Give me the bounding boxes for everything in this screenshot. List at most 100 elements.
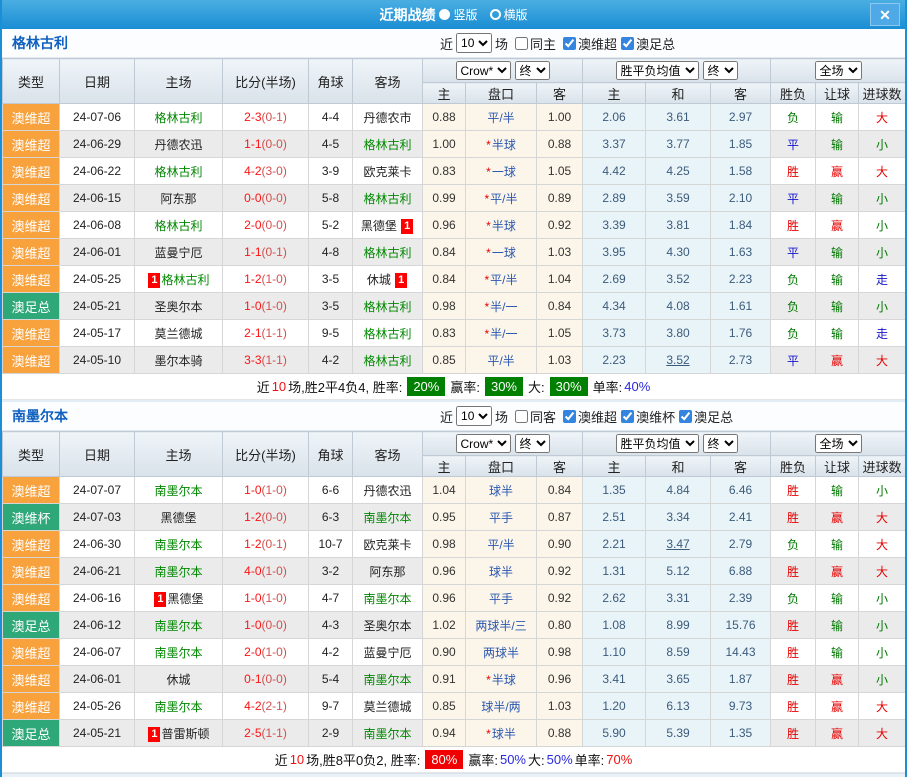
final-odds-select[interactable]: 终 bbox=[515, 61, 550, 80]
match-date: 24-05-26 bbox=[60, 693, 135, 720]
result-cell: 胜 bbox=[771, 477, 816, 504]
match-count-select[interactable]: 10 bbox=[456, 33, 492, 53]
summary-segment: 赢率: bbox=[450, 377, 480, 396]
titlebar: 近期战绩 竖版 横版 ✕ bbox=[2, 0, 905, 29]
league-filter-checkbox[interactable]: 澳维杯 bbox=[617, 407, 675, 426]
radio-horizontal-layout[interactable]: 横版 bbox=[490, 6, 528, 23]
euro-draw-odds: 3.34 bbox=[646, 504, 711, 531]
euro-draw-odds: 8.99 bbox=[646, 612, 711, 639]
same-venue-input[interactable] bbox=[515, 37, 528, 50]
col-corners: 角球 bbox=[309, 59, 353, 104]
league-filter-input[interactable] bbox=[621, 37, 634, 50]
radio-vertical-layout[interactable]: 竖版 bbox=[439, 6, 477, 23]
fulltime-score: 4-2 bbox=[244, 164, 261, 178]
team-title: 格林古利 bbox=[12, 33, 68, 53]
euro-draw-odds: 3.52 bbox=[646, 347, 711, 374]
handicap-value: 平/半 bbox=[487, 354, 514, 368]
match-date: 24-05-21 bbox=[60, 293, 135, 320]
team-name: 南墨尔本 bbox=[154, 484, 202, 498]
euro-final-select[interactable]: 终 bbox=[703, 61, 738, 80]
team-name: 格林古利 bbox=[363, 138, 411, 152]
same-venue-input[interactable] bbox=[515, 410, 528, 423]
match-row: 澳维超24-06-07南墨尔本2-0(1-0)4-2蓝曼宁厄0.90两球半0.9… bbox=[3, 639, 906, 666]
halftime-score: (1-1) bbox=[262, 326, 287, 340]
col-home: 主场 bbox=[135, 59, 223, 104]
same-venue-checkbox[interactable]: 同主 bbox=[511, 34, 556, 53]
summary-segment: 大: bbox=[528, 750, 545, 769]
summary-segment: 大: bbox=[528, 377, 545, 396]
corners-cell: 6-6 bbox=[309, 477, 353, 504]
summary-segment: 50% bbox=[500, 752, 526, 767]
handicap-cell: *一球 bbox=[466, 239, 537, 266]
goals-cell: 走 bbox=[859, 320, 906, 347]
handicap-cell: *半球 bbox=[466, 131, 537, 158]
euro-avg-select[interactable]: 胜平负均值 bbox=[616, 434, 699, 453]
halftime-score: (3-0) bbox=[262, 164, 287, 178]
home-team-cell: 南墨尔本 bbox=[135, 477, 223, 504]
match-row: 澳维超24-05-26南墨尔本4-2(2-1)9-7莫兰德城0.85球半/两1.… bbox=[3, 693, 906, 720]
euro-final-select[interactable]: 终 bbox=[703, 434, 738, 453]
asian-away-odds: 0.87 bbox=[537, 504, 583, 531]
goals-cell: 小 bbox=[859, 185, 906, 212]
home-team-cell: 莫兰德城 bbox=[135, 320, 223, 347]
final-odds-select[interactable]: 终 bbox=[515, 434, 550, 453]
result-cell: 负 bbox=[771, 266, 816, 293]
handicap-cell: *半/一 bbox=[466, 320, 537, 347]
league-filter-checkbox[interactable]: 澳足总 bbox=[617, 34, 675, 53]
summary-segment: 近 bbox=[275, 750, 288, 769]
away-team-cell: 格林古利 bbox=[353, 347, 423, 374]
away-team-cell: 休城 1 bbox=[353, 266, 423, 293]
team-name: 丹德农迅 bbox=[363, 484, 411, 498]
euro-draw-odds: 3.59 bbox=[646, 185, 711, 212]
match-row: 澳维超24-06-22格林古利4-2(3-0)3-9欧克莱卡0.83*一球1.0… bbox=[3, 158, 906, 185]
same-venue-checkbox[interactable]: 同客 bbox=[511, 407, 556, 426]
handicap-result-cell: 赢 bbox=[816, 504, 859, 531]
asian-away-odds: 0.96 bbox=[537, 666, 583, 693]
handicap-star-icon: * bbox=[486, 246, 491, 260]
bookmaker-select[interactable]: Crow* bbox=[456, 434, 511, 453]
close-button[interactable]: ✕ bbox=[870, 3, 900, 26]
euro-away-odds: 2.79 bbox=[711, 531, 771, 558]
away-team-cell: 格林古利 bbox=[353, 185, 423, 212]
halftime-score: (0-1) bbox=[262, 245, 287, 259]
match-date: 24-06-30 bbox=[60, 531, 135, 558]
home-team-cell: 格林古利 bbox=[135, 104, 223, 131]
match-type-badge: 澳维超 bbox=[3, 477, 60, 504]
euro-home-odds: 2.51 bbox=[583, 504, 646, 531]
home-team-cell: 1普雷斯顿 bbox=[135, 720, 223, 747]
bookmaker-select[interactable]: Crow* bbox=[456, 61, 511, 80]
euro-home-odds: 2.62 bbox=[583, 585, 646, 612]
match-row: 澳维杯24-07-03黑德堡1-2(0-0)6-3南墨尔本0.95平手0.872… bbox=[3, 504, 906, 531]
euro-draw-odds: 6.13 bbox=[646, 693, 711, 720]
asian-home-odds: 0.96 bbox=[423, 585, 466, 612]
league-filter-checkbox[interactable]: 澳维超 bbox=[559, 407, 617, 426]
handicap-cell: 平/半 bbox=[466, 104, 537, 131]
scope-select[interactable]: 全场 bbox=[815, 61, 862, 80]
handicap-value: 半球 bbox=[492, 138, 516, 152]
league-filter-checkbox[interactable]: 澳足总 bbox=[675, 407, 733, 426]
home-team-cell: 阿东那 bbox=[135, 185, 223, 212]
league-filter-checkbox[interactable]: 澳维超 bbox=[559, 34, 617, 53]
col-result: 胜负 bbox=[771, 83, 816, 104]
league-filter-label: 澳足总 bbox=[694, 407, 733, 426]
home-team-cell: 南墨尔本 bbox=[135, 531, 223, 558]
same-venue-label: 同客 bbox=[530, 407, 556, 426]
league-filter-input[interactable] bbox=[621, 410, 634, 423]
score-cell: 2-1(1-1) bbox=[223, 320, 309, 347]
goals-cell: 大 bbox=[859, 720, 906, 747]
match-type-badge: 澳维杯 bbox=[3, 504, 60, 531]
team-name: 圣奥尔本 bbox=[154, 300, 202, 314]
league-filter-input[interactable] bbox=[679, 410, 692, 423]
away-team-cell: 欧克莱卡 bbox=[353, 158, 423, 185]
match-row: 澳足总24-05-21圣奥尔本1-0(1-0)3-5格林古利0.98*半/一0.… bbox=[3, 293, 906, 320]
league-filter-input[interactable] bbox=[563, 410, 576, 423]
match-count-select[interactable]: 10 bbox=[456, 406, 492, 426]
handicap-result-cell: 输 bbox=[816, 612, 859, 639]
league-filter-input[interactable] bbox=[563, 37, 576, 50]
euro-avg-select[interactable]: 胜平负均值 bbox=[616, 61, 699, 80]
col-date: 日期 bbox=[60, 59, 135, 104]
recent-results-window: 近期战绩 竖版 横版 ✕ 格林古利 近 10 场 同主 bbox=[0, 0, 907, 777]
scope-select[interactable]: 全场 bbox=[815, 434, 862, 453]
away-team-cell: 欧克莱卡 bbox=[353, 531, 423, 558]
corners-cell: 4-5 bbox=[309, 131, 353, 158]
